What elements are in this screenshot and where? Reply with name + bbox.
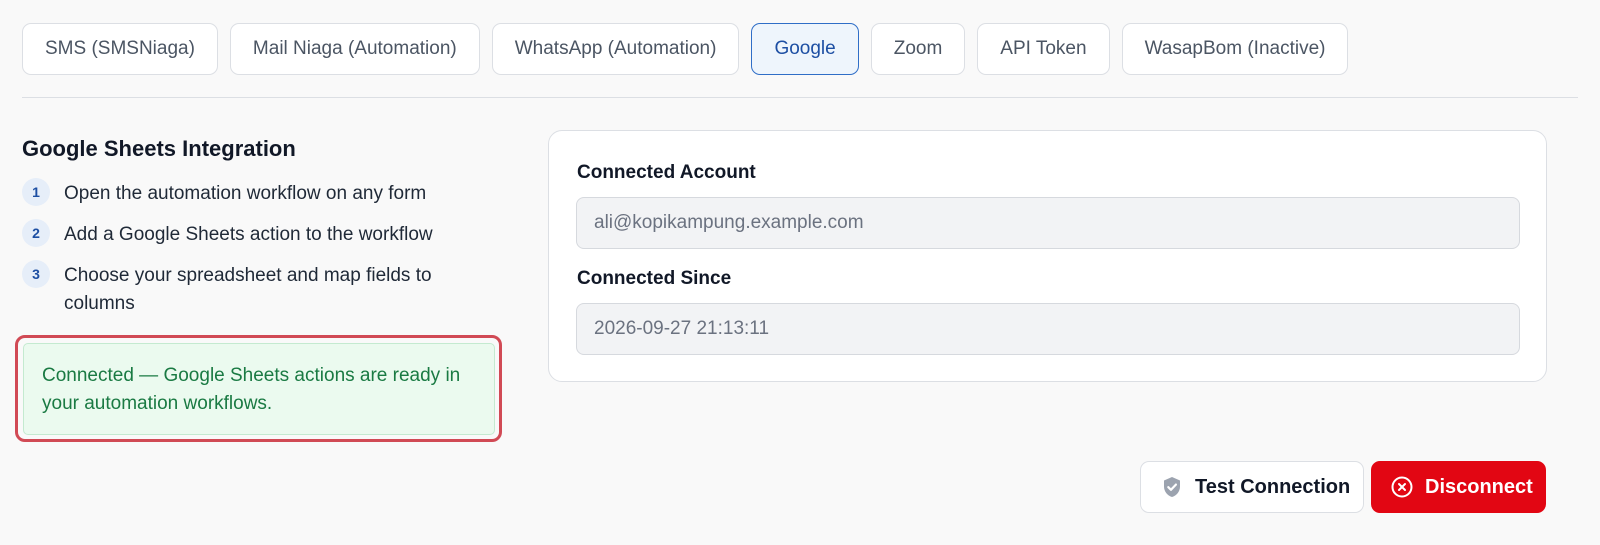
step-number-badge: 1 [22, 178, 50, 206]
integration-instructions: Google Sheets Integration 1 Open the aut… [22, 130, 502, 331]
step-item: 2 Add a Google Sheets action to the work… [22, 219, 502, 249]
tab-whatsapp[interactable]: WhatsApp (Automation) [491, 23, 740, 75]
tab-sms-smsniaga[interactable]: SMS (SMSNiaga) [22, 23, 218, 75]
step-number-badge: 2 [22, 219, 50, 247]
connected-account-field: ali@kopikampung.example.com [576, 197, 1520, 249]
tab-mail-niaga[interactable]: Mail Niaga (Automation) [229, 23, 480, 75]
connected-since-label: Connected Since [577, 268, 732, 289]
disconnect-button[interactable]: Disconnect [1371, 461, 1546, 513]
tabs-divider [22, 97, 1578, 98]
tab-zoom[interactable]: Zoom [870, 23, 966, 75]
step-list: 1 Open the automation workflow on any fo… [22, 178, 502, 318]
step-item: 3 Choose your spreadsheet and map fields… [22, 260, 502, 318]
step-text: Add a Google Sheets action to the workfl… [64, 224, 433, 245]
connection-status-alert: Connected — Google Sheets actions are re… [23, 343, 495, 435]
disconnect-label: Disconnect [1425, 475, 1533, 498]
step-number-badge: 3 [22, 260, 50, 288]
section-title: Google Sheets Integration [22, 136, 296, 161]
step-text: Choose your spreadsheet and map fields t… [64, 265, 432, 314]
step-item: 1 Open the automation workflow on any fo… [22, 178, 502, 208]
step-text: Open the automation workflow on any form [64, 183, 427, 204]
tab-api-token[interactable]: API Token [977, 23, 1110, 75]
circle-x-icon [1390, 475, 1414, 499]
tab-google[interactable]: Google [751, 23, 859, 75]
shield-check-icon [1160, 475, 1184, 499]
connected-account-label: Connected Account [577, 162, 756, 183]
integration-tabs: SMS (SMSNiaga) Mail Niaga (Automation) W… [22, 23, 1349, 75]
test-connection-button[interactable]: Test Connection [1140, 461, 1364, 513]
connected-account-card: Connected Account ali@kopikampung.exampl… [548, 130, 1547, 382]
tab-wasapbom[interactable]: WasapBom (Inactive) [1121, 23, 1349, 75]
test-connection-label: Test Connection [1195, 475, 1351, 498]
connected-since-field: 2026-09-27 21:13:11 [576, 303, 1520, 355]
